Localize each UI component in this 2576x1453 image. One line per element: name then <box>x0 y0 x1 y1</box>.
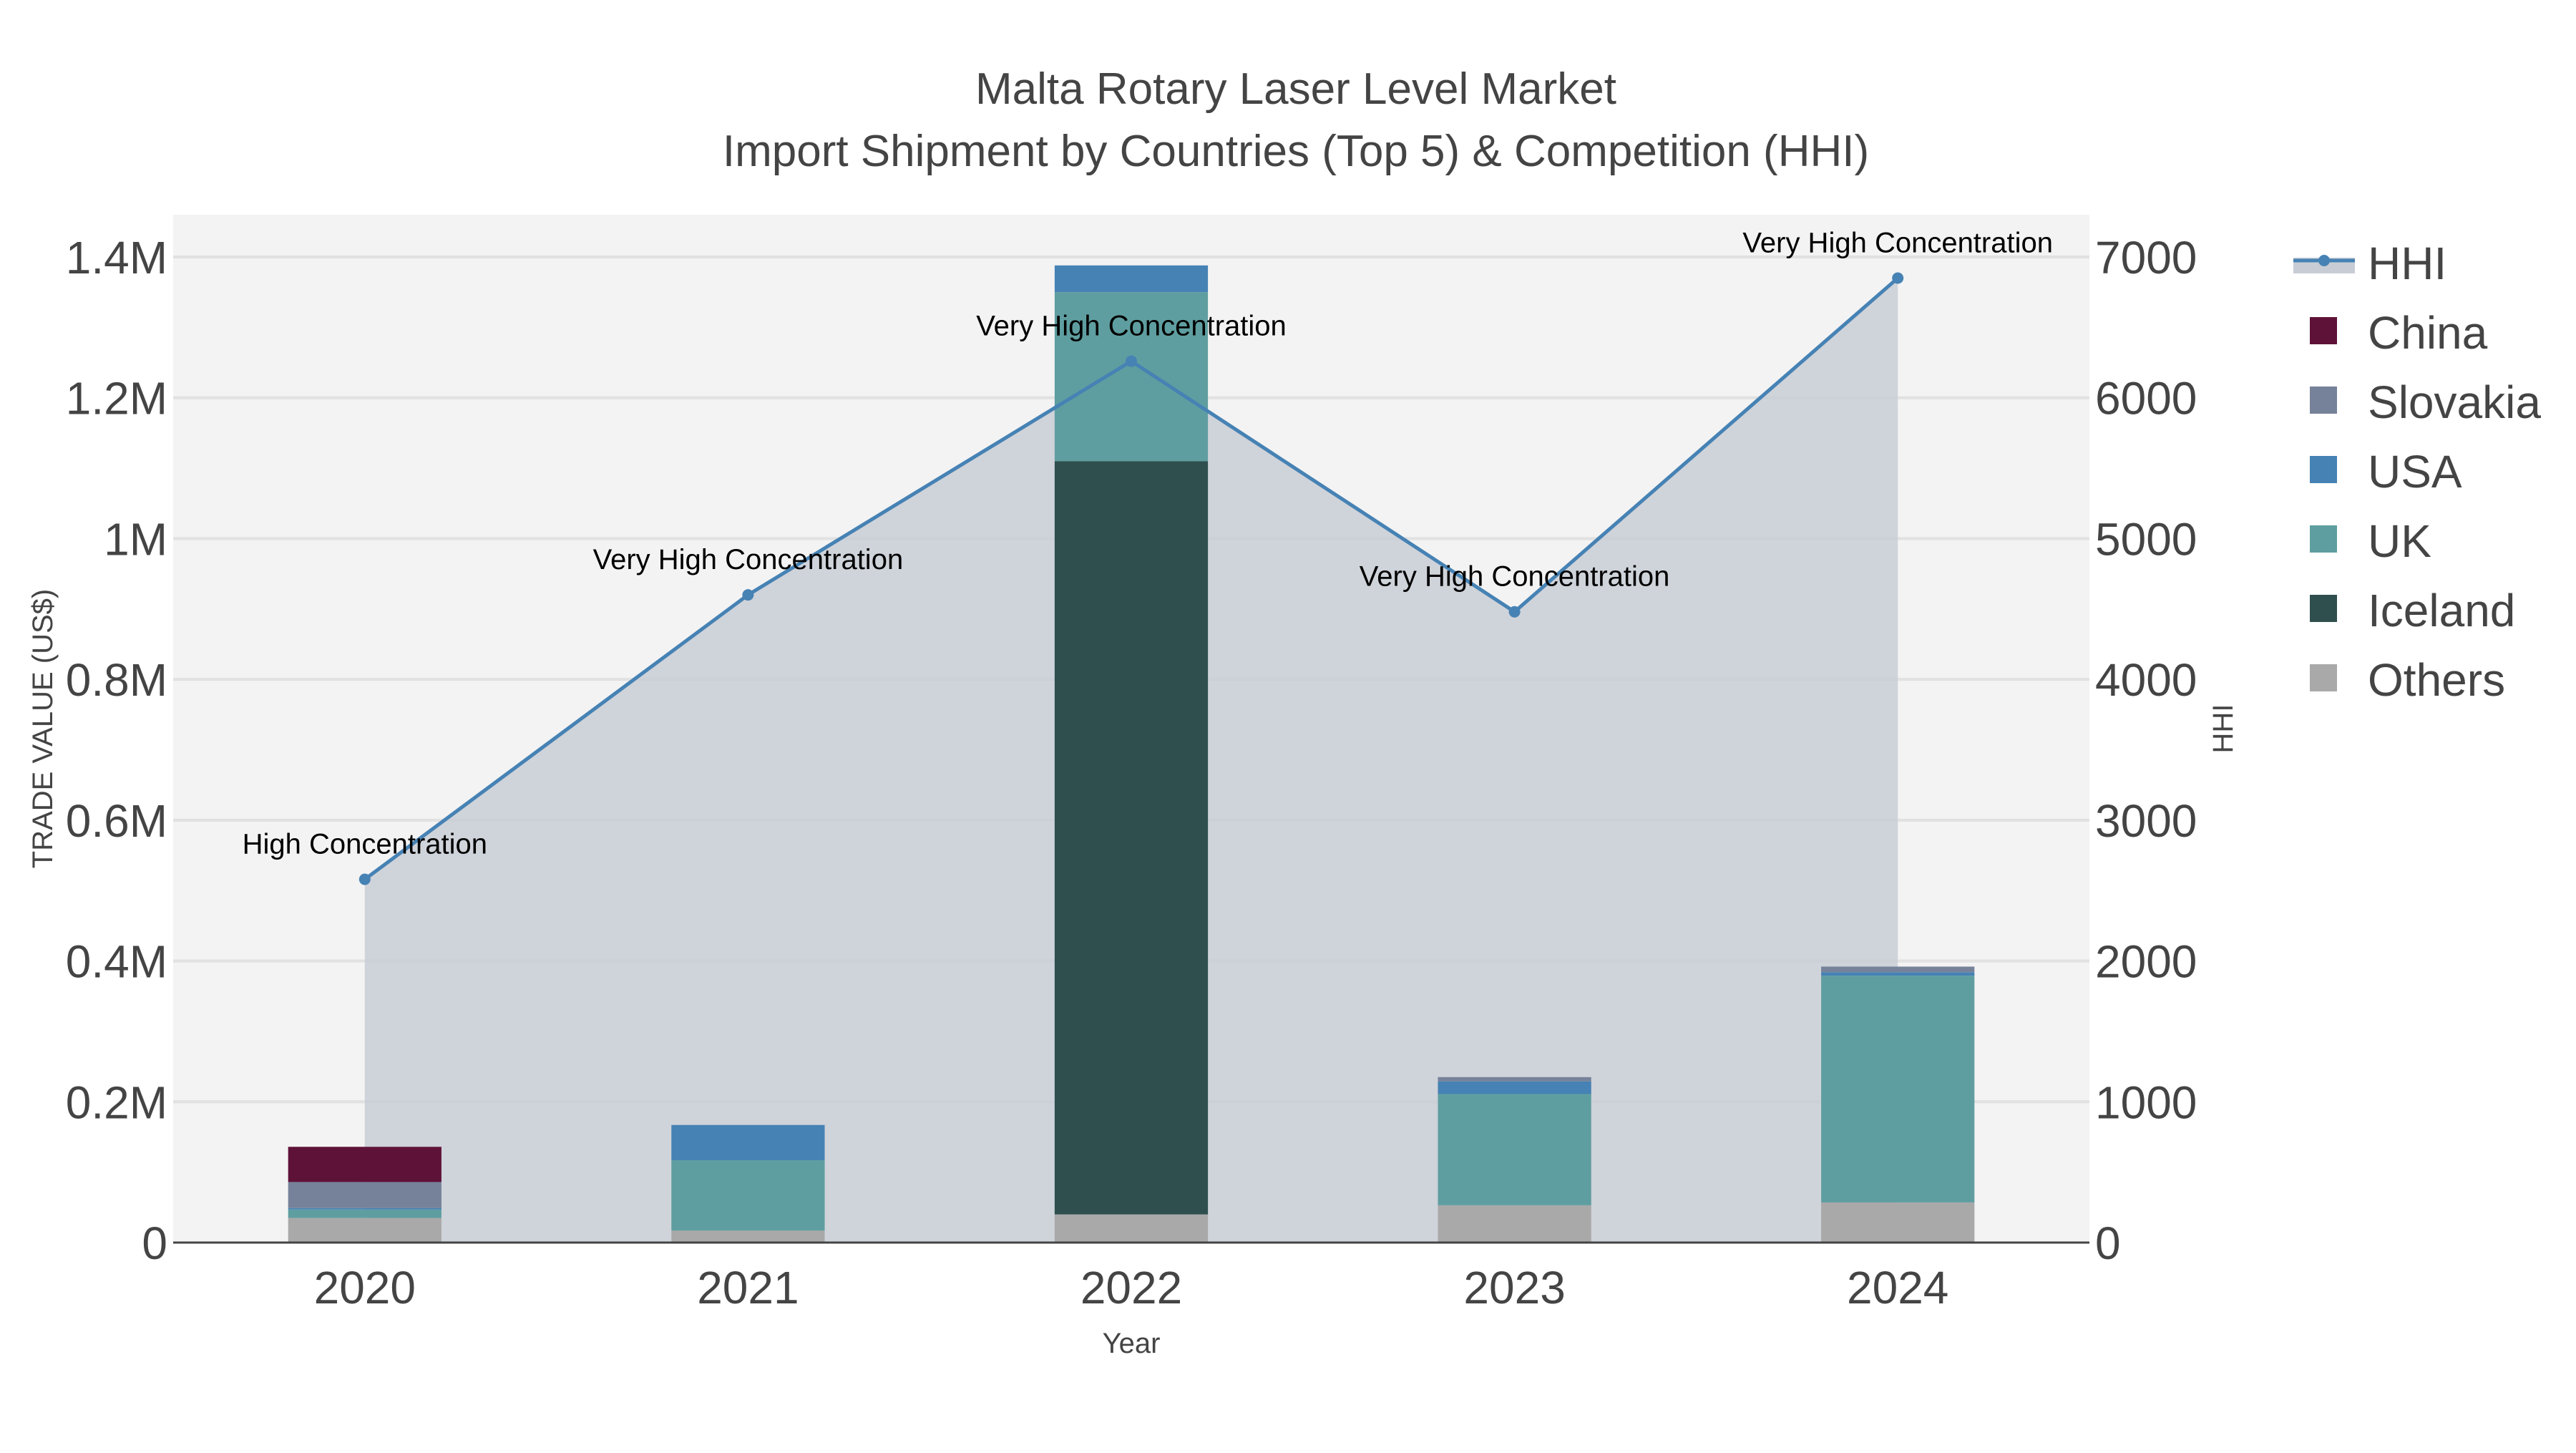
legend-swatch-china <box>2310 317 2337 344</box>
y-axis-title: TRADE VALUE (US$) <box>27 589 59 868</box>
bar-others <box>1821 1202 1975 1243</box>
hhi-annotation: High Concentration <box>243 828 487 860</box>
x-tick-label: 2021 <box>697 1262 799 1313</box>
legend-swatch-uk <box>2310 525 2337 553</box>
legend-swatch-usa <box>2310 456 2337 483</box>
x-axis-ticks: 2020 2021 2022 2023 2024 <box>314 1262 1949 1313</box>
legend-swatch-hhi-marker <box>2318 255 2330 266</box>
legend-label-uk: UK <box>2368 515 2431 567</box>
chart-title: Malta Rotary Laser Level Market <box>975 64 1616 114</box>
y2-axis-title: HHI <box>2207 704 2239 754</box>
legend-swatch-iceland <box>2310 595 2337 622</box>
y2-tick-label: 6000 <box>2095 373 2197 424</box>
y-tick-label: 0.4M <box>66 936 167 988</box>
bar-uk <box>671 1160 825 1231</box>
bar-uk <box>1821 976 1975 1202</box>
bar-china <box>288 1147 441 1182</box>
bar-slovakia <box>1438 1077 1591 1082</box>
x-tick-label: 2022 <box>1080 1262 1182 1313</box>
bar-others <box>288 1218 441 1243</box>
y2-tick-label: 1000 <box>2095 1077 2197 1128</box>
legend-label-iceland: Iceland <box>2368 585 2515 636</box>
y2-axis-ticks: 0 1000 2000 3000 4000 5000 6000 7000 <box>2095 232 2197 1269</box>
y-tick-label: 1.4M <box>66 232 167 283</box>
legend-swatch-others <box>2310 664 2337 691</box>
y-tick-label: 0.2M <box>66 1077 167 1128</box>
hhi-annotation: Very High Concentration <box>593 544 904 575</box>
bar-usa <box>288 1207 441 1210</box>
y2-tick-label: 4000 <box>2095 654 2197 706</box>
chart-svg: High Concentration Very High Concentratio… <box>27 64 2541 1359</box>
hhi-point <box>742 589 754 601</box>
legend-label-others: Others <box>2368 654 2505 706</box>
y-tick-label: 0.6M <box>66 795 167 847</box>
bar-others <box>671 1230 825 1243</box>
x-axis-title: Year <box>1103 1328 1161 1359</box>
y-axis-ticks: 0 0.2M 0.4M 0.6M 0.8M 1M 1.2M 1.4M <box>66 232 167 1269</box>
bar-usa <box>1821 972 1975 976</box>
x-tick-label: 2024 <box>1847 1262 1948 1313</box>
bar-slovakia <box>288 1182 441 1208</box>
bar-iceland <box>1054 461 1209 1215</box>
y-tick-label: 1M <box>104 513 167 565</box>
hhi-point <box>1508 606 1521 618</box>
hhi-point <box>358 873 371 885</box>
legend: HHI China Slovakia USA UK Iceland Others <box>2293 238 2541 706</box>
legend-swatch-slovakia <box>2310 387 2337 414</box>
hhi-annotation: Very High Concentration <box>1360 561 1670 593</box>
bar-uk <box>1438 1094 1591 1205</box>
y-tick-label: 0 <box>142 1218 167 1269</box>
hhi-annotation: Very High Concentration <box>1742 228 2053 259</box>
y2-tick-label: 3000 <box>2095 795 2197 847</box>
bar-others <box>1054 1214 1209 1243</box>
hhi-point <box>1126 355 1137 367</box>
y2-tick-label: 0 <box>2095 1218 2121 1269</box>
bar-slovakia <box>1821 966 1975 973</box>
legend-label-hhi: HHI <box>2368 238 2446 289</box>
y-tick-label: 1.2M <box>66 373 167 424</box>
y2-tick-label: 2000 <box>2095 936 2197 988</box>
y2-tick-label: 5000 <box>2095 513 2197 565</box>
chart-container: High Concentration Very High Concentratio… <box>0 0 2576 1449</box>
hhi-annotation: Very High Concentration <box>976 311 1287 342</box>
bar-usa <box>1438 1081 1591 1094</box>
bar-others <box>1438 1205 1591 1243</box>
y-tick-label: 0.8M <box>66 654 167 706</box>
x-tick-label: 2023 <box>1463 1262 1565 1313</box>
x-tick-label: 2020 <box>314 1262 416 1313</box>
chart-subtitle: Import Shipment by Countries (Top 5) & C… <box>723 127 1869 176</box>
bar-usa <box>1054 265 1209 293</box>
bar-uk <box>288 1209 441 1218</box>
legend-label-china: China <box>2368 307 2488 359</box>
y2-tick-label: 7000 <box>2095 232 2197 283</box>
legend-label-usa: USA <box>2368 446 2462 497</box>
bar-usa <box>671 1124 825 1160</box>
legend-label-slovakia: Slovakia <box>2368 376 2541 428</box>
hhi-point <box>1892 272 1904 284</box>
